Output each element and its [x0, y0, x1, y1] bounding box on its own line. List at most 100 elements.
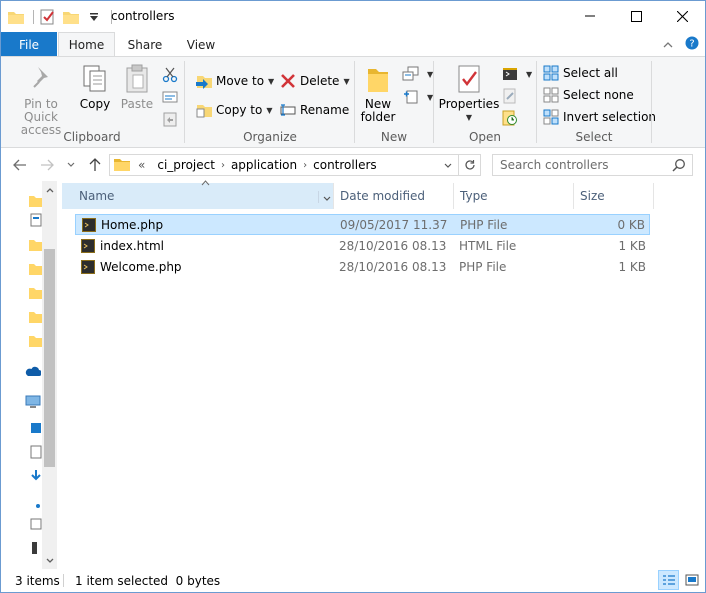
- toolbar-separator: [33, 10, 34, 24]
- breadcrumb-overflow[interactable]: «: [138, 158, 145, 172]
- chevron-down-icon: ▼: [343, 76, 350, 86]
- file-row-welcome-php[interactable]: Welcome.php 28/10/2016 08.13 PHP File 1 …: [75, 256, 650, 277]
- history-button[interactable]: [501, 108, 522, 128]
- close-button[interactable]: [659, 1, 705, 31]
- group-separator: [651, 61, 652, 143]
- search-box[interactable]: Search controllers: [492, 154, 693, 176]
- rename-button[interactable]: Rename: [279, 100, 349, 120]
- search-placeholder: Search controllers: [500, 158, 609, 172]
- refresh-button[interactable]: [459, 154, 481, 176]
- invert-selection-label: Invert selection: [563, 110, 657, 124]
- copy-to-button[interactable]: Copy to ▼: [195, 100, 272, 120]
- onedrive-icon[interactable]: [25, 365, 42, 379]
- new-item-button[interactable]: ▼: [402, 64, 433, 84]
- breadcrumb-chevron-icon[interactable]: ›: [303, 160, 307, 171]
- document-icon[interactable]: [29, 213, 43, 227]
- svg-text:?: ?: [689, 39, 694, 50]
- select-none-button[interactable]: Select none: [542, 85, 634, 105]
- address-dropdown-icon[interactable]: [444, 158, 452, 172]
- properties-button[interactable]: Properties ▼: [439, 63, 499, 124]
- downloads-icon[interactable]: [29, 469, 43, 483]
- delete-button[interactable]: Delete ▼: [279, 71, 350, 91]
- pin-icon: [25, 63, 57, 95]
- easy-access-icon: [402, 88, 420, 106]
- back-button[interactable]: [10, 155, 30, 175]
- address-bar[interactable]: « ci_project › application › controllers: [109, 154, 459, 176]
- new-folder-button[interactable]: New folder: [360, 63, 396, 124]
- tab-view[interactable]: View: [177, 32, 225, 57]
- rename-label: Rename: [300, 103, 350, 117]
- details-view-button[interactable]: [658, 570, 679, 590]
- customize-toolbar-dropdown-icon[interactable]: [85, 8, 103, 26]
- videos-icon[interactable]: [29, 541, 43, 555]
- copy-button[interactable]: Copy: [77, 63, 113, 111]
- edit-icon: [501, 87, 519, 105]
- tab-share[interactable]: Share: [121, 32, 169, 57]
- column-header-date[interactable]: Date modified: [334, 183, 454, 209]
- folder-icon[interactable]: [29, 261, 43, 275]
- properties-check-icon[interactable]: [39, 8, 57, 26]
- file-name: index.html: [100, 238, 164, 253]
- minimize-button[interactable]: [567, 1, 613, 31]
- group-separator: [354, 61, 355, 143]
- column-header-name[interactable]: Name: [62, 180, 334, 209]
- status-bar: 3 items 1 item selected 0 bytes: [1, 569, 705, 592]
- file-row-index-html[interactable]: index.html 28/10/2016 08.13 HTML File 1 …: [75, 235, 650, 256]
- scrollbar-thumb[interactable]: [44, 249, 55, 467]
- help-icon[interactable]: ?: [685, 36, 699, 53]
- paste-button[interactable]: Paste: [119, 63, 155, 111]
- chevron-down-icon: ▼: [266, 105, 273, 115]
- pin-to-quick-access-button[interactable]: Pin to Quick access: [7, 63, 75, 137]
- folder-icon[interactable]: [29, 333, 43, 347]
- recent-locations-button[interactable]: [61, 155, 81, 175]
- column-header-type[interactable]: Type: [454, 183, 574, 209]
- this-pc-icon[interactable]: [25, 395, 41, 409]
- copy-path-button[interactable]: [161, 87, 182, 107]
- tab-file[interactable]: File: [1, 32, 57, 57]
- maximize-button[interactable]: [613, 1, 659, 31]
- breadcrumb-controllers[interactable]: controllers: [313, 158, 377, 172]
- new-item-icon: [402, 65, 420, 83]
- pictures-icon[interactable]: [29, 517, 43, 531]
- file-date: 28/10/2016 08.13: [339, 259, 447, 274]
- column-header-size[interactable]: Size: [574, 183, 654, 209]
- up-button[interactable]: [85, 155, 105, 175]
- scroll-up-icon[interactable]: [42, 181, 57, 198]
- breadcrumb-ci-project[interactable]: ci_project: [157, 158, 215, 172]
- easy-access-button[interactable]: ▼: [402, 87, 433, 107]
- select-none-icon: [542, 86, 560, 104]
- edit-button[interactable]: [501, 86, 522, 106]
- cut-button[interactable]: [161, 65, 182, 85]
- nav-pane-scrollbar[interactable]: [42, 181, 57, 569]
- column-filter-dropdown-icon[interactable]: [318, 191, 331, 203]
- folder-icon[interactable]: [29, 237, 43, 251]
- open-button[interactable]: ▼: [501, 64, 532, 84]
- document-icon[interactable]: [29, 445, 43, 459]
- select-all-button[interactable]: Select all: [542, 63, 618, 83]
- folder-icon[interactable]: [29, 309, 43, 323]
- collapse-ribbon-icon[interactable]: [663, 38, 673, 52]
- folder-icon[interactable]: [29, 285, 43, 299]
- tab-home[interactable]: Home: [58, 32, 115, 57]
- breadcrumb-application[interactable]: application: [231, 158, 297, 172]
- breadcrumb-chevron-icon[interactable]: ›: [221, 160, 225, 171]
- scroll-down-icon[interactable]: [42, 552, 57, 569]
- file-size: 1 KB: [618, 259, 646, 274]
- file-date: 28/10/2016 08.13: [339, 238, 447, 253]
- forward-button[interactable]: [37, 155, 57, 175]
- ribbon-tabs: File Home Share View ?: [1, 32, 705, 57]
- music-icon[interactable]: [29, 499, 43, 513]
- file-row-home-php[interactable]: Home.php 09/05/2017 11.37 PHP File 0 KB: [75, 214, 650, 235]
- quick-access-folder-icon[interactable]: [29, 193, 43, 207]
- file-size: 0 KB: [617, 217, 645, 232]
- drive-icon[interactable]: [29, 421, 43, 435]
- properties-label: Properties: [438, 97, 500, 111]
- paste-shortcut-button[interactable]: [161, 109, 182, 129]
- move-to-button[interactable]: Move to ▼: [195, 71, 274, 91]
- file-name-cell: Home.php: [82, 217, 163, 232]
- large-icons-view-button[interactable]: [681, 570, 702, 590]
- invert-selection-button[interactable]: Invert selection: [542, 107, 656, 127]
- new-folder-icon[interactable]: [62, 8, 80, 26]
- open-group-label: Open: [468, 130, 502, 144]
- group-separator: [433, 61, 434, 143]
